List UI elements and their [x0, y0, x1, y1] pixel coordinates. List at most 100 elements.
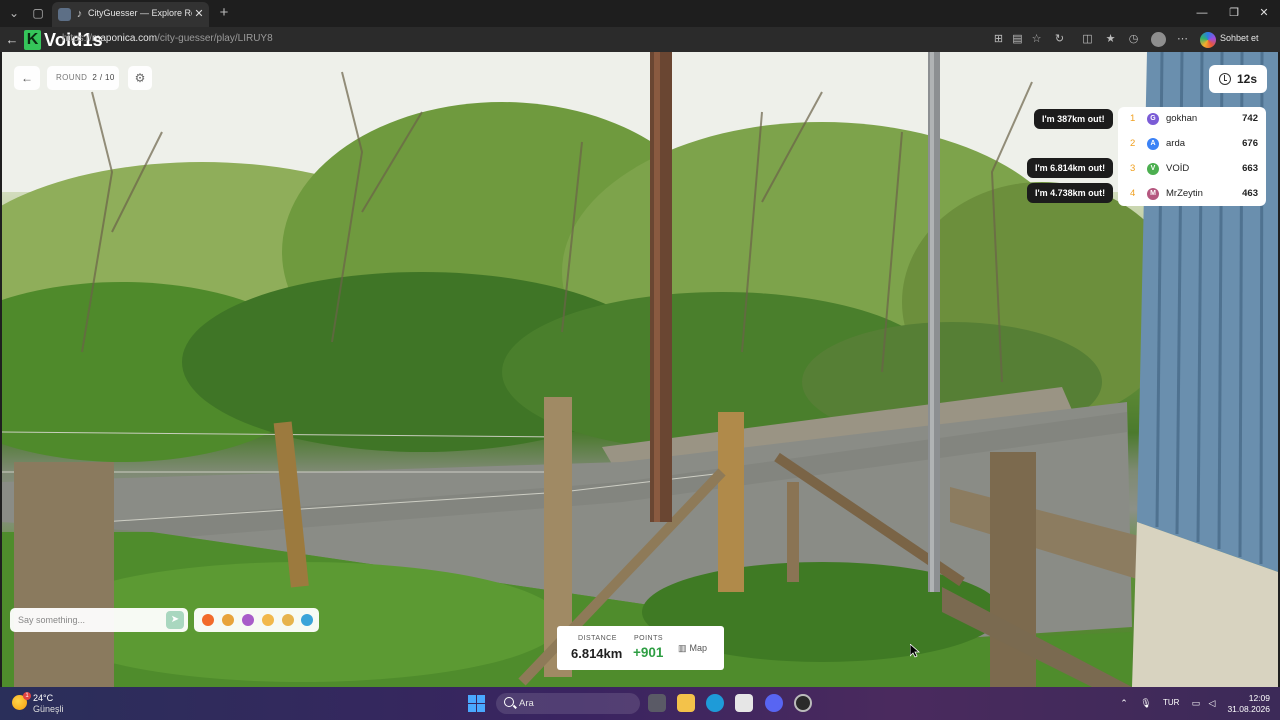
- leaderboard-row: 4 M MrZeytin 463: [1118, 182, 1266, 206]
- url-field[interactable]: https://maponica.com/city-guesser/play/L…: [62, 33, 482, 44]
- discord-icon[interactable]: [765, 694, 783, 712]
- round-value: 2 / 10: [92, 73, 115, 82]
- timer-value: 12s: [1237, 72, 1258, 86]
- url-prefix: https://: [62, 33, 93, 44]
- rank: 2: [1130, 138, 1136, 149]
- split-screen-icon[interactable]: ◫: [1080, 32, 1095, 47]
- edge-browser-icon[interactable]: [706, 694, 724, 712]
- grimace-icon[interactable]: [222, 614, 234, 626]
- tab-actions-icon[interactable]: ⌄: [4, 4, 24, 22]
- avatar: A: [1147, 138, 1159, 150]
- app-available-icon[interactable]: ⊞: [991, 32, 1006, 47]
- reaction-bar: [194, 608, 319, 632]
- round-indicator: ROUND 2 / 10: [47, 66, 119, 90]
- browser-back-icon[interactable]: ←: [4, 31, 20, 48]
- obs-icon[interactable]: [794, 694, 812, 712]
- map-button[interactable]: ▥ Map: [678, 640, 718, 656]
- chat-box: ➤: [10, 608, 188, 632]
- fire-icon[interactable]: [202, 614, 214, 626]
- leaderboard-row: 3 V VOİD 663: [1118, 157, 1266, 181]
- task-view-icon[interactable]: [648, 694, 666, 712]
- player-score: 663: [1242, 163, 1258, 174]
- map-icon: ▥: [678, 643, 687, 653]
- more-menu-icon[interactable]: ⋯: [1175, 32, 1190, 47]
- player-bubble: I'm 387km out!: [1034, 109, 1113, 129]
- store-icon[interactable]: [735, 694, 753, 712]
- cookie-icon[interactable]: [282, 614, 294, 626]
- favorite-star-icon[interactable]: ☆: [1029, 32, 1044, 47]
- player-score: 463: [1242, 188, 1258, 199]
- url-host: maponica.com: [92, 33, 158, 44]
- settings-gear-icon[interactable]: ⚙: [128, 66, 152, 90]
- tab-cityguesser[interactable]: ♪ CityGuesser — Explore Real C ✕: [52, 2, 209, 27]
- weather-condition[interactable]: Güneşli: [33, 704, 64, 714]
- player-name: gokhan: [1166, 113, 1198, 124]
- street-scene-image: [2, 52, 1278, 687]
- leaderboard: 1 G gokhan 742 2 A arda 676 3 V VOİD 663…: [1118, 107, 1266, 206]
- reader-mode-icon[interactable]: ▤: [1010, 32, 1025, 47]
- round-result-panel: DISTANCE 6.814km POINTS +901 ▥ Map: [557, 626, 724, 670]
- chat-input[interactable]: [18, 612, 158, 628]
- distance-value: 6.814km: [571, 646, 623, 661]
- rank: 1: [1130, 113, 1136, 124]
- player-score: 676: [1242, 138, 1258, 149]
- exit-game-button[interactable]: ←: [14, 66, 40, 90]
- map-label: Map: [689, 643, 708, 653]
- player-name: MrZeytin: [1166, 188, 1203, 199]
- restore-icon[interactable]: ❐: [1222, 4, 1246, 22]
- close-tab-icon[interactable]: ✕: [192, 7, 206, 21]
- street-view-panorama[interactable]: ← ROUND 2 / 10 ⚙ 12s I'm 387km out! I'm 6…: [2, 52, 1278, 687]
- close-window-icon[interactable]: ✕: [1252, 4, 1276, 22]
- round-label: ROUND: [56, 73, 88, 82]
- taskbar-search[interactable]: Ara: [496, 693, 640, 714]
- file-explorer-icon[interactable]: [677, 694, 695, 712]
- copilot-icon[interactable]: [1200, 32, 1216, 48]
- workspaces-icon[interactable]: ▢: [28, 4, 48, 22]
- player-name: VOİD: [1166, 163, 1190, 174]
- clock-icon: [1219, 73, 1231, 85]
- player-bubble: I'm 4.738km out!: [1027, 183, 1114, 203]
- tab-title: CityGuesser — Explore Real C: [88, 8, 192, 18]
- profile-avatar[interactable]: [1151, 32, 1166, 47]
- history-icon[interactable]: ◷: [1126, 32, 1141, 47]
- search-placeholder: Ara: [519, 698, 534, 709]
- audio-playing-icon[interactable]: ♪: [73, 8, 86, 21]
- player-score: 742: [1242, 113, 1258, 124]
- minimize-icon[interactable]: —: [1190, 4, 1214, 22]
- clock-time: 12:09: [1248, 693, 1270, 703]
- favorites-icon[interactable]: ★: [1103, 32, 1118, 47]
- player-bubble: I'm 6.814km out!: [1027, 158, 1114, 178]
- system-clock[interactable]: 12:09 31.08.2026: [1226, 693, 1270, 715]
- avatar: G: [1147, 113, 1159, 125]
- mouse-cursor-icon: [910, 644, 920, 658]
- temperature[interactable]: 24°C: [33, 693, 53, 703]
- cityguesser-favicon-icon: [58, 8, 71, 21]
- network-icon[interactable]: ▭: [1190, 697, 1202, 709]
- clock-date: 31.08.2026: [1227, 704, 1270, 714]
- windows-start-icon[interactable]: [468, 695, 485, 712]
- volume-icon[interactable]: ◁: [1206, 697, 1218, 709]
- weather-badge: 1: [23, 692, 31, 700]
- chat-label[interactable]: Sohbet et: [1220, 33, 1278, 43]
- windows-taskbar: 1 24°C Güneşli Ara ⌃ 🎙 TUR ▭ ◁ 12:09 31.…: [0, 687, 1280, 720]
- url-path: /city-guesser/play/LIRUY8: [157, 33, 273, 44]
- points-label: POINTS: [634, 635, 664, 642]
- avatar: M: [1147, 188, 1159, 200]
- browser-tab-bar: ⌄ ▢ ♪ CityGuesser — Explore Real C ✕ + —…: [0, 0, 1280, 27]
- hidden-icons-chevron-icon[interactable]: ⌃: [1118, 697, 1130, 709]
- points-value: +901: [633, 645, 664, 660]
- microphone-icon[interactable]: 🎙: [1140, 697, 1152, 709]
- rank: 3: [1130, 163, 1136, 174]
- send-icon[interactable]: ➤: [166, 611, 184, 629]
- leaderboard-row: 1 G gokhan 742: [1118, 107, 1266, 131]
- globe-icon[interactable]: [301, 614, 313, 626]
- new-tab-icon[interactable]: +: [214, 4, 234, 22]
- avatar: V: [1147, 163, 1159, 175]
- devil-icon[interactable]: [242, 614, 254, 626]
- refresh-icon[interactable]: ↻: [1052, 32, 1067, 47]
- cat-icon[interactable]: [262, 614, 274, 626]
- address-bar: ← K Void1s https://maponica.com/city-gue…: [0, 27, 1280, 52]
- player-name: arda: [1166, 138, 1186, 149]
- search-icon: [504, 697, 514, 707]
- language-indicator[interactable]: TUR: [1163, 698, 1179, 707]
